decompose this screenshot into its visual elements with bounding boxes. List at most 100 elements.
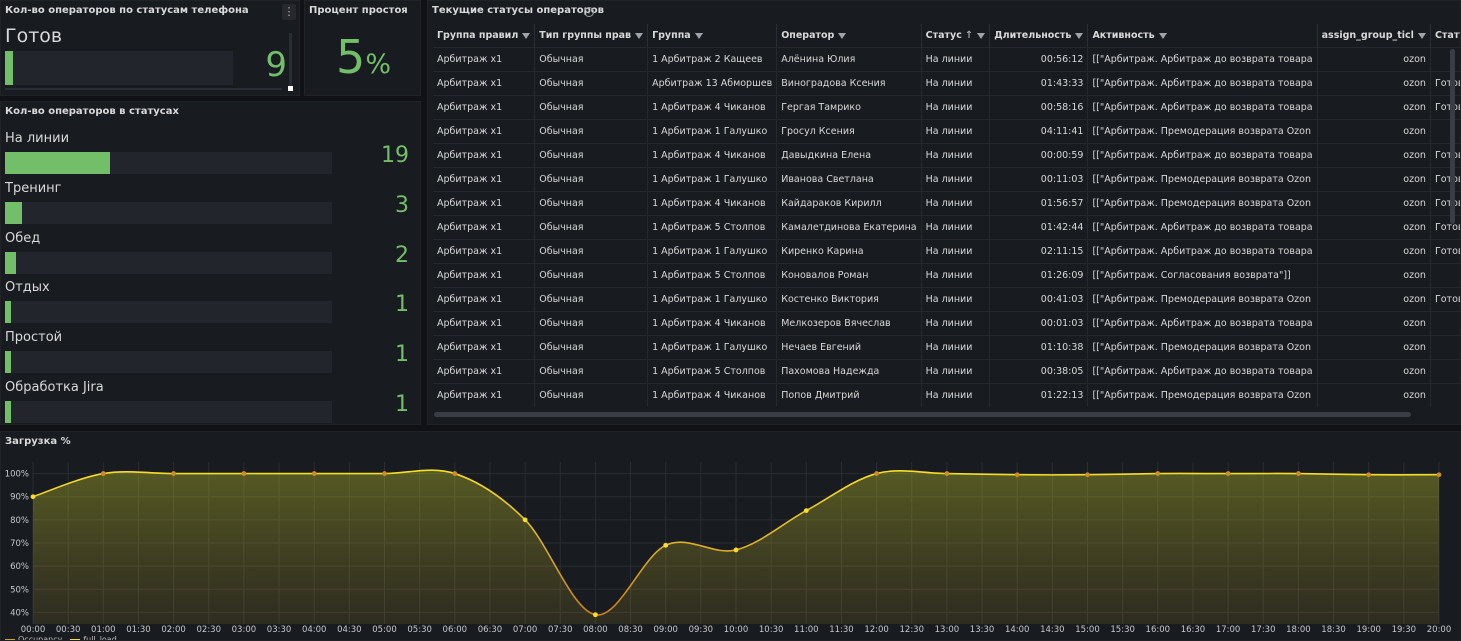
table-horizontal-scrollbar[interactable] xyxy=(434,412,1411,417)
legend-item[interactable]: full_load xyxy=(70,635,117,640)
table-cell: ozon xyxy=(1317,71,1431,96)
table-cell: Арбитраж x1 xyxy=(433,47,536,72)
status-row-label: Отдых xyxy=(5,280,50,296)
column-header[interactable]: Статус ↑ xyxy=(921,24,991,48)
info-icon[interactable]: i xyxy=(584,7,594,17)
x-tick-label: 10:00 xyxy=(724,625,749,635)
table-vertical-scrollbar[interactable] xyxy=(1450,49,1455,224)
load-chart-panel: Загрузка % 40% 50% 60% 70% 80% 90% 100% 00:00 00… xyxy=(0,431,1461,641)
filter-icon[interactable] xyxy=(694,32,703,39)
table-cell: Готов xyxy=(1430,287,1460,312)
table-row[interactable]: Арбитраж x1 Обычная 1 Арбитраж 4 Чиканов Ка… xyxy=(433,191,1460,216)
table-row[interactable]: Арбитраж x1 Обычная 1 Арбитраж 4 Чиканов По… xyxy=(433,383,1460,407)
table-cell xyxy=(1430,263,1460,288)
column-header[interactable]: assign_group_ticl xyxy=(1317,24,1431,48)
table-cell: 01:26:09 xyxy=(989,263,1089,288)
table-cell: 1 Арбитраж 1 Галушко xyxy=(647,239,778,264)
column-header[interactable]: Группа xyxy=(647,24,778,48)
data-point xyxy=(733,547,739,553)
table-cell: 01:43:33 xyxy=(989,71,1089,96)
data-point xyxy=(522,517,528,523)
column-header-label: Группа xyxy=(652,30,691,41)
table-cell: ozon xyxy=(1317,263,1431,288)
column-header-label: Длительность xyxy=(994,30,1072,41)
data-point xyxy=(1155,471,1161,476)
horizontal-scrollbar[interactable] xyxy=(5,88,282,90)
table-cell: Готов xyxy=(1430,239,1460,264)
table-cell: Мелкозеров Вячеслав xyxy=(776,311,922,336)
sort-ascending-icon[interactable]: ↑ xyxy=(965,30,973,41)
table-row[interactable]: Арбитраж x1 Обычная 1 Арбитраж 1 Галушко Не… xyxy=(433,335,1460,360)
table-cell: На линии xyxy=(921,71,991,96)
table-row[interactable]: Арбитраж x1 Обычная 1 Арбитраж 4 Чиканов Ге… xyxy=(433,95,1460,120)
x-tick-label: 13:00 xyxy=(935,625,960,635)
vertical-dots-icon[interactable]: ⋮ xyxy=(282,4,296,20)
table-cell: Арбитраж x1 xyxy=(433,71,536,96)
table-cell xyxy=(1430,311,1460,336)
table-cell: [["Арбитраж. Арбитраж до возврата товара xyxy=(1087,359,1318,384)
table-cell: Арбитраж x1 xyxy=(433,287,536,312)
table-cell: 1 Арбитраж 1 Галушко xyxy=(647,119,778,144)
table-cell: Готов xyxy=(1430,167,1460,192)
x-tick-label: 17:00 xyxy=(1216,625,1241,635)
table-cell: 02:11:15 xyxy=(989,239,1089,264)
status-row: На линии 19 xyxy=(5,131,415,181)
status-row-label: Обед xyxy=(5,230,41,246)
column-header[interactable]: Статус теле xyxy=(1430,24,1460,48)
filter-icon[interactable] xyxy=(977,32,986,39)
table-cell: Арбитраж x1 xyxy=(433,335,536,360)
filter-icon[interactable] xyxy=(1417,32,1426,39)
table-cell: Обычная xyxy=(534,119,649,144)
x-tick-label: 09:00 xyxy=(653,625,678,635)
column-header[interactable]: Длительность xyxy=(989,24,1089,48)
status-row: Простой 1 xyxy=(5,330,415,380)
table-row[interactable]: Арбитраж x1 Обычная 1 Арбитраж 4 Чиканов Ме… xyxy=(433,311,1460,336)
table-row[interactable]: Арбитраж x1 Обычная 1 Арбитраж 1 Галушко Ко… xyxy=(433,287,1460,312)
column-header-label: Группа правил xyxy=(437,30,519,41)
filter-icon[interactable] xyxy=(838,32,847,39)
column-header[interactable]: Тип группы прав xyxy=(534,24,649,48)
table-row[interactable]: Арбитраж x1 Обычная 1 Арбитраж 5 Столпов Ко… xyxy=(433,263,1460,288)
table-cell: Давыдкина Елена xyxy=(776,143,922,168)
filter-icon[interactable] xyxy=(635,32,644,39)
chart-legend: Occupancy full_load xyxy=(5,635,125,641)
filter-icon[interactable] xyxy=(1075,32,1084,39)
operators-table-panel: Текущие статусы операторов i Группа прав… xyxy=(427,0,1461,425)
vertical-scrollbar[interactable] xyxy=(289,33,292,87)
table-row[interactable]: Арбитраж x1 Обычная 1 Арбитраж 4 Чиканов Да… xyxy=(433,143,1460,168)
y-tick-label: 70% xyxy=(10,539,29,549)
column-header[interactable]: Оператор xyxy=(776,24,922,48)
column-header[interactable]: Активность xyxy=(1087,24,1318,48)
table-row[interactable]: Арбитраж x1 Обычная 1 Арбитраж 1 Галушко Гр… xyxy=(433,119,1460,144)
table-row[interactable]: Арбитраж x1 Обычная 1 Арбитраж 5 Столпов Па… xyxy=(433,359,1460,384)
filter-icon[interactable] xyxy=(522,32,531,39)
column-header[interactable]: Группа правил xyxy=(433,24,536,48)
bar-gauge-track xyxy=(5,201,332,224)
column-header-label: assign_group_ticl xyxy=(1321,30,1414,41)
table-cell: На линии xyxy=(921,167,991,192)
data-point xyxy=(1085,472,1090,478)
idle-percent-unit: % xyxy=(365,49,391,80)
x-tick-label: 17:30 xyxy=(1251,625,1276,635)
table-cell: 00:56:12 xyxy=(989,47,1089,72)
table-row[interactable]: Арбитраж x1 Обычная 1 Арбитраж 1 Галушко Ив… xyxy=(433,167,1460,192)
table-row[interactable]: Арбитраж x1 Обычная 1 Арбитраж 2 Кащеев Алё… xyxy=(433,47,1460,72)
table-cell: 1 Арбитраж 2 Кащеев xyxy=(647,47,778,72)
legend-item[interactable]: Occupancy xyxy=(5,635,63,641)
column-header-label: Статус теле xyxy=(1434,30,1460,41)
table-row[interactable]: Арбитраж x1 Обычная 1 Арбитраж 1 Галушко Ки… xyxy=(433,239,1460,264)
table-cell: На линии xyxy=(921,311,991,336)
filter-icon[interactable] xyxy=(1158,32,1167,39)
legend-label: Occupancy xyxy=(18,635,63,641)
table-cell: 00:38:05 xyxy=(989,359,1089,384)
table-cell: На линии xyxy=(921,119,991,144)
table-cell: Обычная xyxy=(534,143,649,168)
table-row[interactable]: Арбитраж x1 Обычная 1 Арбитраж 5 Столпов Ка… xyxy=(433,215,1460,240)
x-tick-label: 11:30 xyxy=(829,625,854,635)
table-cell: 1 Арбитраж 5 Столпов xyxy=(647,263,778,288)
y-tick-label: 100% xyxy=(5,470,29,480)
table-row[interactable]: Арбитраж x1 Обычная Арбитраж 13 Абморшев Ви… xyxy=(433,71,1460,96)
status-row-label: Тренинг xyxy=(5,180,62,196)
table-cell: [["Арбитраж. Премодерация возврата Ozon xyxy=(1087,167,1318,192)
load-line-chart: 40% 50% 60% 70% 80% 90% 100% 00:00 00:30 01:00 01:… xyxy=(5,462,1451,635)
